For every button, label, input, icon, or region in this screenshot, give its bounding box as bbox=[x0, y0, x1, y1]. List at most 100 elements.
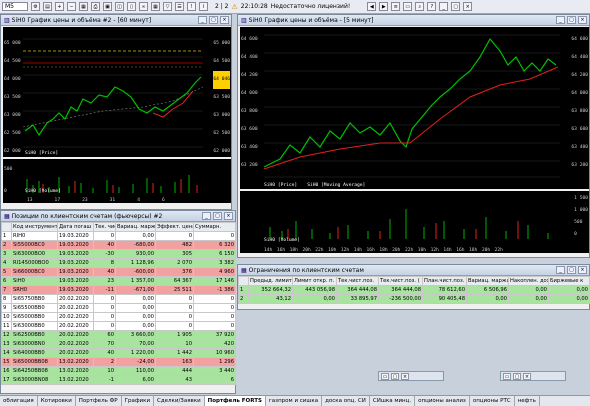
col-header[interactable]: Дата погаш bbox=[57, 222, 94, 232]
table-row[interactable]: 10 Si65000BB0 20.02.2020 0 0,00 0 0 bbox=[1, 312, 236, 322]
col-header[interactable]: Код инструмента bbox=[11, 222, 58, 232]
chart2-volume-pane[interactable]: 1 500 1 000 500 0 SiH0 [Volume] 14h 16h 18… bbox=[240, 191, 589, 253]
col-header[interactable]: Суммарн. bbox=[193, 222, 236, 232]
col-header[interactable]: Накоплен. доход bbox=[508, 276, 549, 286]
table-row[interactable]: 9 Si65500BB0 20.02.2020 0 0,00 0 0 bbox=[1, 303, 236, 313]
help-icon[interactable]: ? bbox=[427, 2, 437, 11]
col-header[interactable]: Тек.чист.поз. bbox=[336, 276, 379, 286]
maximize-icon[interactable]: ▢ bbox=[567, 266, 576, 274]
arrange-icon[interactable]: ☰ bbox=[175, 2, 184, 11]
col-header[interactable]: Вариац. маржа bbox=[466, 276, 509, 286]
table-row[interactable]: 1 352 664,32 443 056,98 364 444,08 364 444,0… bbox=[238, 285, 590, 295]
close-app-icon[interactable]: × bbox=[463, 2, 473, 11]
tab-item[interactable]: облигация bbox=[0, 396, 38, 406]
table-row[interactable]: 6 SiH0 19.03.2020 23 1 357,00 64 367 17 146 bbox=[1, 276, 236, 286]
chart1-volume-pane[interactable]: 500 0 SiH0 [Volume] 13 17 23 31 4 6 bbox=[3, 159, 231, 203]
close-icon[interactable]: × bbox=[401, 372, 409, 380]
close-icon[interactable]: × bbox=[523, 372, 531, 380]
table-row[interactable]: 5 Si66000BC0 19.03.2020 40 -600,00 376 4 960 bbox=[1, 267, 236, 277]
maximize-icon[interactable]: ▢ bbox=[513, 372, 521, 380]
col-header[interactable]: Тек.чист.поз. ( bbox=[378, 276, 423, 286]
close-icon[interactable]: × bbox=[224, 212, 233, 220]
tab-item[interactable]: доска опц. СИ bbox=[322, 396, 370, 406]
tab-item[interactable]: Сделки/Заявки bbox=[154, 396, 205, 406]
list-icon[interactable]: ≡ bbox=[391, 2, 401, 11]
window-icon[interactable]: ◫ bbox=[115, 2, 124, 11]
tab-item[interactable]: опционы анализ bbox=[415, 396, 470, 406]
search-icon[interactable]: ⌕ bbox=[415, 2, 425, 11]
minimize-app-icon[interactable]: _ bbox=[439, 2, 449, 11]
table-row[interactable]: 11 Si63000BB0 20.02.2020 0 0,00 0 0 bbox=[1, 321, 236, 331]
col-header[interactable]: План.чист.поз. bbox=[422, 276, 467, 286]
filter-icon[interactable]: ▽ bbox=[163, 2, 172, 11]
minimize-icon[interactable]: _ bbox=[198, 16, 207, 24]
chart1-price-pane[interactable]: 65 000 64 500 64 000 63 500 63 000 62 50… bbox=[3, 27, 231, 157]
table-row[interactable]: 2 43,12 0,00 33 895,97 -236 500,00 90 405,48 0… bbox=[238, 294, 590, 304]
minimize-icon[interactable]: _ bbox=[556, 266, 565, 274]
maximize-icon[interactable]: ▢ bbox=[213, 212, 222, 220]
tab-item[interactable]: Графики bbox=[122, 396, 155, 406]
table-row[interactable]: 8 Si65750BB0 20.02.2020 0 0,00 0 0 bbox=[1, 294, 236, 304]
close-icon[interactable]: × bbox=[578, 266, 587, 274]
col-header[interactable]: Лимит откр. п. bbox=[292, 276, 337, 286]
lock-icon[interactable]: ▯ bbox=[127, 2, 136, 11]
table-row[interactable]: 13 Si63000BN0 20.02.2020 70 70,00 10 420 bbox=[1, 339, 236, 349]
table-row[interactable]: 17 Si63000BN08 13.02.2020 -1 6,00 43 6 bbox=[1, 375, 236, 385]
col-header[interactable]: Тек. чист. bbox=[93, 222, 116, 232]
col-header[interactable]: Биржевые к bbox=[548, 276, 590, 286]
col-header[interactable] bbox=[1, 222, 12, 232]
print-icon[interactable]: ⎙ bbox=[91, 2, 100, 11]
col-header[interactable]: Вариац. маржа bbox=[115, 222, 156, 232]
table-row[interactable]: 14 Si64000BB0 20.02.2020 40 1 220,00 1 442 10 … bbox=[1, 348, 236, 358]
restore-icon[interactable]: ▭ bbox=[503, 372, 511, 380]
tab-item[interactable]: опционы РТС bbox=[470, 396, 515, 406]
table-row[interactable]: 4 RI145000BO0 19.03.2020 8 1 128,96 2 070 3 38… bbox=[1, 258, 236, 268]
chart-icon[interactable]: ▤ bbox=[43, 2, 52, 11]
arrow-left-icon[interactable]: ◀ bbox=[367, 2, 377, 11]
table-row[interactable]: 12 Si62500BB0 20.02.2020 60 3 660,00 1 905 37 … bbox=[1, 330, 236, 340]
chart1-titlebar[interactable]: ▥ SiH0 График цены и объёма #2 - [60 мин… bbox=[1, 15, 231, 26]
close-icon[interactable]: × bbox=[220, 16, 229, 24]
alert-icon[interactable]: ! bbox=[187, 2, 196, 11]
settings-icon[interactable]: ⚙ bbox=[31, 2, 40, 11]
restore-app-icon[interactable]: ▢ bbox=[451, 2, 461, 11]
folder-icon[interactable]: ▭ bbox=[403, 2, 413, 11]
col-header[interactable]: Эффект. цена bbox=[155, 222, 194, 232]
tab-item[interactable]: Котировки bbox=[38, 396, 76, 406]
maximize-icon[interactable]: ▢ bbox=[567, 16, 576, 24]
table-row[interactable]: 1 RIH0 19.03.2020 0 0,00 0 0 bbox=[1, 231, 236, 241]
arrow-right-icon[interactable]: ▶ bbox=[379, 2, 389, 11]
positions-titlebar[interactable]: ▦ Позиции по клиентским счетам (фьючерсы… bbox=[1, 211, 235, 222]
zoom-in-icon[interactable]: + bbox=[55, 2, 64, 11]
table-row[interactable]: 3 Si63000BO0 19.03.2020 -30 930,00 305 6 150 bbox=[1, 249, 236, 259]
table-icon[interactable]: ▦ bbox=[79, 2, 88, 11]
maximize-icon[interactable]: ▢ bbox=[391, 372, 399, 380]
tab-item[interactable]: газпром и сишка bbox=[266, 396, 323, 406]
maximize-icon[interactable]: ▢ bbox=[209, 16, 218, 24]
col-header[interactable] bbox=[238, 276, 249, 286]
close-icon[interactable]: × bbox=[578, 16, 587, 24]
tab-item[interactable]: нефть bbox=[515, 396, 540, 406]
col-header[interactable]: Предыд. лимит bbox=[248, 276, 293, 286]
chart2-price-pane[interactable]: 64 600 64 400 64 200 64 000 63 800 63 60… bbox=[240, 27, 589, 189]
save-icon[interactable]: ▣ bbox=[103, 2, 112, 11]
table-row[interactable]: 15 Si65000BB08 13.02.2020 2 -24,00 163 1 296 bbox=[1, 357, 236, 367]
timeframe-select[interactable]: M5 bbox=[2, 2, 28, 11]
minimize-icon[interactable]: _ bbox=[556, 16, 565, 24]
tab-item[interactable]: Портфель FORTS bbox=[204, 396, 266, 406]
grid-icon[interactable]: ▦ bbox=[151, 2, 160, 11]
tab-item[interactable]: Портфель ФР bbox=[76, 396, 122, 406]
limits-titlebar[interactable]: ▦ Ограничения по клиентским счетам _ ▢ × bbox=[238, 265, 589, 276]
minimized-window-2[interactable]: ▭ ▢ × bbox=[500, 371, 566, 381]
link-icon[interactable]: ∞ bbox=[139, 2, 148, 11]
table-row[interactable]: 2 Si55000BC0 19.03.2020 40 -680,00 482 6 320 bbox=[1, 240, 236, 250]
minimize-icon[interactable]: _ bbox=[202, 212, 211, 220]
table-row[interactable]: 16 Si64250BB08 13.02.2020 10 110,00 444 3 440 bbox=[1, 366, 236, 376]
chart2-titlebar[interactable]: ▥ SiH0 График цены и объёма - [5 минут] … bbox=[238, 15, 589, 26]
restore-icon[interactable]: ▭ bbox=[381, 372, 389, 380]
table-row[interactable]: 7 SRH0 19.03.2020 -11 -671,00 25 511 -1 386 bbox=[1, 285, 236, 295]
minimized-window-1[interactable]: ▭ ▢ × bbox=[378, 371, 444, 381]
info-icon[interactable]: i bbox=[199, 2, 208, 11]
zoom-out-icon[interactable]: − bbox=[67, 2, 76, 11]
tab-item[interactable]: СИшка минц. bbox=[370, 396, 416, 406]
